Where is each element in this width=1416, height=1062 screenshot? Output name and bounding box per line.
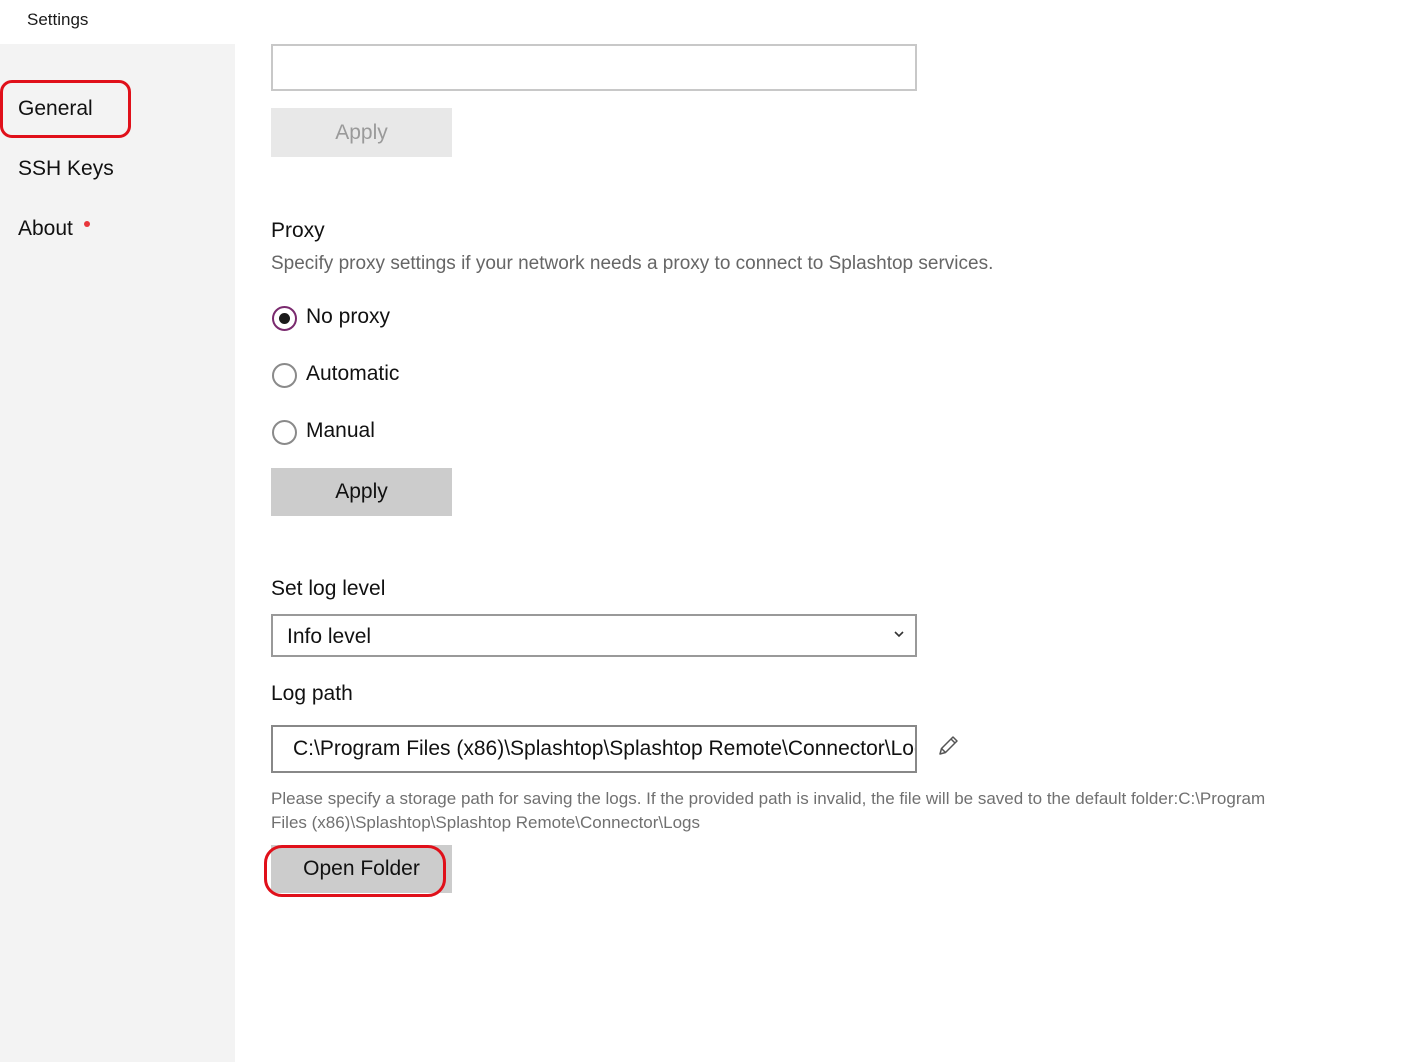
top-text-input[interactable] <box>271 44 917 91</box>
radio-label: No proxy <box>306 305 391 328</box>
proxy-title: Proxy <box>271 219 325 242</box>
sidebar-item-general[interactable]: General <box>18 97 93 121</box>
radio-label: Automatic <box>306 362 400 385</box>
pencil-icon[interactable] <box>933 731 963 761</box>
log-level-title: Set log level <box>271 577 386 600</box>
apply-button-disabled[interactable]: Apply <box>271 108 452 157</box>
title-bar: Settings <box>0 0 1416 44</box>
log-path-input[interactable]: C:\Program Files (x86)\Splashtop\Splasht… <box>271 725 917 773</box>
proxy-description: Specify proxy settings if your network n… <box>271 253 994 274</box>
radio-label: Manual <box>306 419 375 442</box>
log-path-title: Log path <box>271 682 353 705</box>
sidebar <box>0 44 235 1062</box>
window-title: Settings <box>27 10 89 29</box>
sidebar-item-ssh-keys[interactable]: SSH Keys <box>18 157 114 181</box>
radio-unchecked-icon <box>272 420 297 445</box>
log-level-value: Info level <box>287 625 372 648</box>
log-level-select[interactable]: Info level <box>271 614 917 657</box>
open-folder-button[interactable]: Open Folder <box>271 845 452 893</box>
sidebar-item-about[interactable]: About <box>18 217 73 241</box>
radio-checked-icon <box>272 306 297 331</box>
radio-unchecked-icon <box>272 363 297 388</box>
proxy-apply-button[interactable]: Apply <box>271 468 452 516</box>
notification-dot <box>84 221 90 227</box>
chevron-down-icon <box>894 631 904 638</box>
log-path-help-text: Please specify a storage path for saving… <box>271 789 1266 832</box>
